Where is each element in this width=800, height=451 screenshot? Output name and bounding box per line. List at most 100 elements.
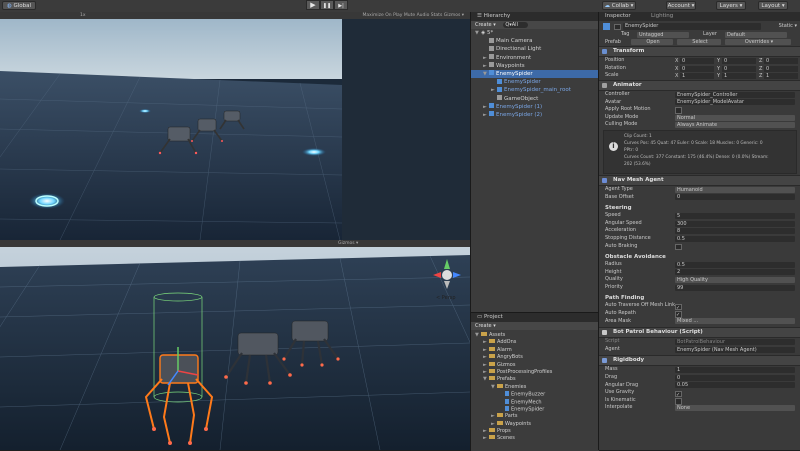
game-view-toolbar: 1x Maximize On Play Mute Audio Stats Giz… xyxy=(0,12,470,19)
folder-icon xyxy=(489,368,495,373)
base-offset-field[interactable]: 0 xyxy=(675,194,795,201)
area-mask-dropdown[interactable]: Mixed ... xyxy=(675,318,795,325)
folder-item[interactable]: ▼ Prefabs xyxy=(471,376,599,383)
folder-item[interactable]: ► Alarm xyxy=(471,346,599,354)
bot-patrol-header[interactable]: Bot Patrol Behaviour (Script) xyxy=(599,327,800,339)
collab-button[interactable]: ☁ Collab ▾ xyxy=(602,1,636,10)
hierarchy-tab[interactable]: ☰ Hierarchy xyxy=(471,12,599,21)
agent-type-dropdown[interactable]: Humanoid xyxy=(675,186,795,193)
prefab-asset-item[interactable]: EnemyBuzzer xyxy=(471,391,599,398)
hierarchy-item[interactable]: ► Waypoints xyxy=(471,62,599,70)
hierarchy-search-input[interactable]: Q▾All xyxy=(503,22,528,28)
transform-z-field[interactable]: 0 xyxy=(764,57,798,64)
hierarchy-item[interactable]: ► EnemySpider (1) xyxy=(471,103,599,111)
folder-item[interactable]: ► Scenes xyxy=(471,435,599,442)
folder-item[interactable]: ► PostProcessingProfiles xyxy=(471,368,599,376)
transform-z-field[interactable]: 1 xyxy=(764,73,798,80)
project-tab[interactable]: ▭ Project xyxy=(471,313,599,322)
priority-field[interactable]: 99 xyxy=(675,284,795,291)
tag-dropdown[interactable]: Untagged xyxy=(637,31,689,38)
folder-item[interactable]: ▼ Enemies xyxy=(471,383,599,391)
game-view-options[interactable]: Maximize On Play Mute Audio Stats Gizmos… xyxy=(363,12,465,19)
acceleration-field[interactable]: 8 xyxy=(675,228,795,235)
play-button[interactable]: ▶ xyxy=(306,0,320,10)
layer-dropdown[interactable]: Default xyxy=(725,31,787,38)
transform-header[interactable]: Transform xyxy=(599,46,800,58)
update-mode-dropdown[interactable]: Normal xyxy=(675,114,795,121)
transform-y-field[interactable]: 1 xyxy=(722,73,756,80)
interpolate-dropdown[interactable]: None xyxy=(675,405,795,412)
hierarchy-item[interactable]: EnemySpider xyxy=(471,78,599,86)
prefab-open-button[interactable]: Open xyxy=(631,39,673,46)
gizmos-dropdown[interactable]: Gizmos ▾ xyxy=(338,240,358,247)
angular-speed-field[interactable]: 300 xyxy=(675,220,795,227)
hierarchy-item[interactable]: Directional Light xyxy=(471,45,599,53)
prefab-icon xyxy=(505,398,509,404)
tab-lighting[interactable]: Lighting xyxy=(651,12,673,21)
prefab-row: Prefab Open Select Overrides ▾ xyxy=(599,39,800,47)
hierarchy-item[interactable]: GameObject xyxy=(471,95,599,103)
perspective-label[interactable]: < Persp xyxy=(436,295,456,301)
folder-item[interactable]: ► AddOns xyxy=(471,339,599,346)
transform-y-field[interactable]: 0 xyxy=(722,65,756,72)
hierarchy-item[interactable]: Main Camera xyxy=(471,37,599,45)
height-field[interactable]: 2 xyxy=(675,269,795,276)
hierarchy-item[interactable]: ► Environment xyxy=(471,54,599,62)
prefab-asset-item[interactable]: EnemySpider xyxy=(471,405,599,413)
radius-field[interactable]: 0.5 xyxy=(675,261,795,268)
project-item-label: Enemies xyxy=(505,383,527,390)
hierarchy-item[interactable]: ► EnemySpider_main_root xyxy=(471,86,599,94)
prefab-asset-item[interactable]: EnemyMech xyxy=(471,398,599,406)
pivot-global-toggle[interactable]: ◍ Global xyxy=(2,1,36,10)
agent-field[interactable]: EnemySpider (Nav Mesh Agent) xyxy=(675,346,795,353)
folder-icon xyxy=(489,435,495,440)
game-view[interactable]: 1x Maximize On Play Mute Audio Stats Giz… xyxy=(0,12,470,240)
avatar-field[interactable]: EnemySpider_ModelAvatar xyxy=(675,99,795,106)
transform-x-field[interactable]: 0 xyxy=(680,65,714,72)
folder-item[interactable]: ▼ Assets xyxy=(471,332,599,339)
stopping-distance-field[interactable]: 0.5 xyxy=(675,235,795,242)
nav-mesh-agent-header[interactable]: Nav Mesh Agent xyxy=(599,174,800,186)
pause-button[interactable]: ❚❚ xyxy=(320,0,334,10)
animator-header[interactable]: Animator xyxy=(599,79,800,91)
hierarchy-item-label: Main Camera xyxy=(496,38,533,45)
drag-field[interactable]: 0 xyxy=(675,374,795,381)
angular-drag-field[interactable]: 0.05 xyxy=(675,382,795,389)
speed-field[interactable]: 5 xyxy=(675,212,795,219)
hierarchy-item[interactable]: ► EnemySpider (2) xyxy=(471,111,599,119)
step-button[interactable]: ▶| xyxy=(334,0,348,10)
static-toggle[interactable]: Static ▾ xyxy=(779,21,797,31)
prefab-select-button[interactable]: Select xyxy=(677,39,721,46)
quality-dropdown[interactable]: High Quality xyxy=(675,277,795,284)
transform-x-field[interactable]: 0 xyxy=(680,57,714,64)
folder-item[interactable]: ► AngryBots xyxy=(471,354,599,361)
auto-braking-checkbox[interactable] xyxy=(675,243,682,251)
folder-item[interactable]: ► Gizmos xyxy=(471,361,599,369)
layers-dropdown[interactable]: Layers ▾ xyxy=(716,1,746,10)
active-checkbox[interactable] xyxy=(614,23,621,30)
project-create-button[interactable]: Create ▾ xyxy=(475,323,496,329)
transform-y-field[interactable]: 0 xyxy=(722,57,756,64)
auto-braking-label: Auto Braking xyxy=(605,242,638,249)
culling-mode-dropdown[interactable]: Always Animate xyxy=(675,122,795,129)
folder-item[interactable]: ► Props xyxy=(471,428,599,435)
account-button[interactable]: Account ▾ xyxy=(666,1,696,10)
folder-item[interactable]: ► Waypoints xyxy=(471,420,599,428)
layout-dropdown[interactable]: Layout ▾ xyxy=(758,1,788,10)
scene-root-row[interactable]: ▼ ◈ 5* xyxy=(471,29,599,37)
controller-field[interactable]: EnemySpider_Controller xyxy=(675,91,795,98)
mass-field[interactable]: 1 xyxy=(675,367,795,374)
tab-inspector[interactable]: Inspector xyxy=(605,13,631,19)
scale-slider-label[interactable]: 1x xyxy=(80,12,86,19)
hierarchy-create-button[interactable]: Create ▾ xyxy=(475,22,496,28)
hierarchy-item[interactable]: ▼ EnemySpider xyxy=(471,69,599,79)
update-mode-row: Update Mode Normal xyxy=(599,114,800,122)
rigidbody-header[interactable]: Rigidbody xyxy=(599,355,800,367)
scene-view[interactable]: Gizmos ▾ < Persp xyxy=(0,240,470,450)
prefab-overrides-dropdown[interactable]: Overrides ▾ xyxy=(725,39,791,46)
transform-x-field[interactable]: 1 xyxy=(680,73,714,80)
folder-item[interactable]: ► Parts xyxy=(471,413,599,420)
transform-z-field[interactable]: 0 xyxy=(764,65,798,72)
animator-title: Animator xyxy=(613,81,642,88)
object-name-field[interactable]: EnemySpider xyxy=(623,23,761,30)
